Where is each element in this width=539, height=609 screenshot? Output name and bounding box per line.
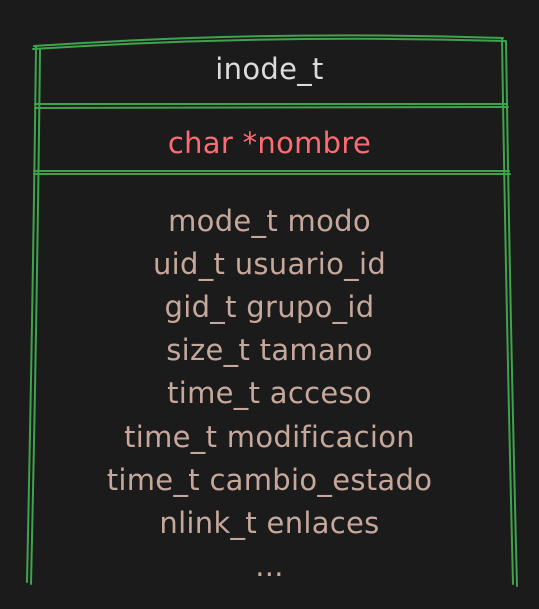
field-row: uid_t usuario_id (152, 247, 387, 281)
top-border (33, 34, 504, 47)
field-row: size_t tamano (166, 333, 373, 367)
key-separator-2 (33, 172, 511, 175)
field-row: nlink_t enlaces (159, 506, 380, 540)
top-border-2 (32, 37, 506, 50)
key-separator (33, 169, 510, 172)
field-ellipsis: ... (255, 549, 284, 583)
field-row: mode_t modo (168, 204, 371, 238)
title-separator (34, 102, 508, 105)
field-row: time_t cambio_estado (106, 463, 433, 497)
title-separator-2 (34, 106, 509, 109)
field-row: time_t modificacion (124, 420, 415, 454)
key-field: char *nombre (167, 126, 372, 160)
entity-title: inode_t (215, 52, 324, 86)
field-row: time_t acceso (167, 376, 372, 410)
field-row: gid_t grupo_id (164, 290, 375, 324)
